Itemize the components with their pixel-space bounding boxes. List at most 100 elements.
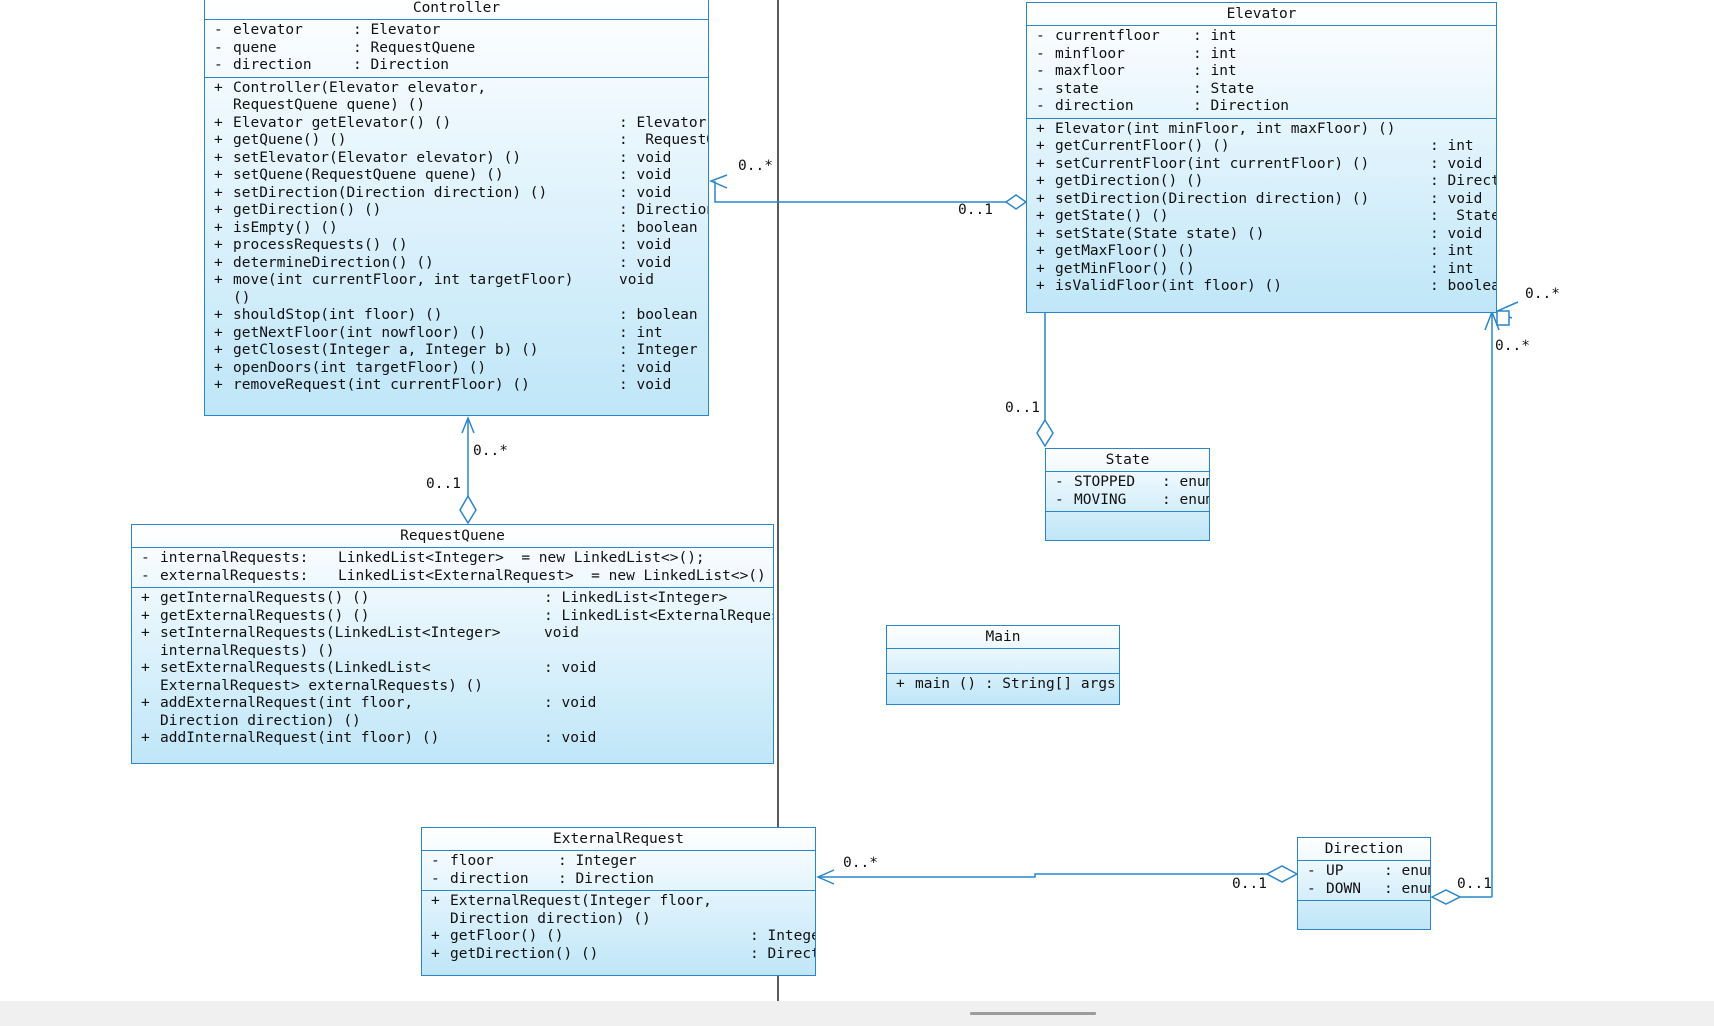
- class-attribute: - quene : RequestQuene: [205, 40, 708, 58]
- class-operation: + move(int currentFloor, int targetFloor)…: [205, 272, 708, 290]
- controller-elevator-line: [714, 181, 1006, 203]
- class-direction[interactable]: Direction -UP: enum -DOWN: enum: [1297, 837, 1431, 930]
- visibility-marker: +: [431, 893, 440, 909]
- horizontal-scrollbar[interactable]: [0, 1001, 1714, 1026]
- class-attribute: - maxfloor: int: [1027, 63, 1496, 81]
- ext-direction-line: [818, 873, 1267, 878]
- class-title: Elevator: [1027, 3, 1496, 26]
- class-main[interactable]: Main + main () : String[] args: [886, 625, 1120, 705]
- attribute-type: : Direction: [1193, 98, 1290, 114]
- operation-return-type: : void: [619, 237, 672, 253]
- multiplicity-label: 0..*: [1525, 286, 1560, 302]
- operation-signature: setExternalRequests(LinkedList<: [160, 660, 431, 676]
- visibility-marker: +: [141, 625, 150, 641]
- class-operation: + ExternalRequest(Integer floor,: [422, 893, 815, 911]
- operation-signature: isEmpty() (): [233, 219, 338, 236]
- visibility-marker: +: [214, 254, 223, 271]
- operation-signature: ExternalRequest(Integer floor,: [450, 893, 712, 909]
- visibility-marker: +: [1036, 190, 1045, 207]
- class-attribute: - externalRequests: LinkedList<ExternalReq…: [132, 568, 773, 586]
- operation-signature: getDirection() (): [1055, 173, 1204, 189]
- class-attribute: - MOVING: enum: [1046, 492, 1209, 510]
- operation-return-type: : boolean: [619, 219, 698, 236]
- visibility-marker: -: [141, 550, 150, 566]
- attribute-name: quene: [233, 39, 277, 56]
- class-attribute: - floor: Integer: [422, 853, 815, 871]
- operation-return-type: : State: [1430, 208, 1497, 224]
- visibility-marker: +: [214, 307, 223, 323]
- visibility-marker: -: [214, 57, 223, 73]
- elevator-state-diamond: [1036, 418, 1054, 448]
- operation-return-type: : void: [544, 660, 597, 676]
- multiplicity-label: 0..1: [426, 476, 461, 492]
- visibility-marker: -: [214, 22, 223, 38]
- visibility-marker: +: [214, 219, 223, 236]
- operation-continuation: ExternalRequest> externalRequests) (): [132, 678, 773, 696]
- attribute-name: direction: [233, 57, 312, 73]
- class-operation: + isValidFloor(int floor) (): boolean: [1027, 278, 1496, 296]
- operation-signature: addExternalRequest(int floor,: [160, 695, 414, 711]
- operation-signature: setQuene(RequestQuene quene) (): [233, 167, 504, 183]
- visibility-marker: -: [431, 870, 440, 887]
- class-title: RequestQuene: [132, 525, 773, 548]
- visibility-marker: +: [214, 79, 223, 96]
- visibility-marker: +: [1036, 155, 1045, 172]
- class-title: Main: [887, 626, 1119, 649]
- operation-signature: setState(State state) (): [1055, 225, 1265, 242]
- operation-return-type: : RequestQuene: [619, 132, 708, 148]
- operation-return-type: : void: [1430, 155, 1483, 172]
- operation-continuation: RequestQuene quene) (): [205, 97, 708, 115]
- visibility-marker: -: [141, 567, 150, 584]
- visibility-marker: -: [1307, 863, 1316, 879]
- class-operation: + setCurrentFloor(int currentFloor) (): v…: [1027, 156, 1496, 174]
- class-state[interactable]: State - STOPPED: enum - MOVING: enum: [1045, 448, 1210, 541]
- attribute-type: : int: [1193, 28, 1237, 44]
- operation-signature: getQuene() (): [233, 132, 347, 148]
- attribute-name: DOWN: [1326, 880, 1361, 897]
- operation-return-type: : void: [1430, 225, 1483, 242]
- attribute-name: currentfloor: [1055, 28, 1160, 44]
- visibility-marker: +: [1036, 243, 1045, 259]
- attribute-type: : RequestQuene: [353, 39, 476, 56]
- operation-return-type: : int: [1430, 243, 1474, 259]
- attribute-name: internalRequests:: [160, 550, 309, 566]
- controller-elevator-arrow: [709, 174, 728, 189]
- operation-signature: getDirection() (): [450, 945, 599, 962]
- class-externalrequest[interactable]: ExternalRequest - floor: Integer - directio…: [421, 827, 816, 976]
- operation-section: + main () : String[] args: [887, 674, 1119, 696]
- class-operation: + getClosest(Integer a, Integer b) (): In…: [205, 342, 708, 360]
- class-operation: + getQuene() (): RequestQuene: [205, 132, 708, 150]
- class-operation: + processRequests() (): void: [205, 237, 708, 255]
- operation-signature: Elevator getElevator() (): [233, 114, 452, 131]
- class-attribute: - STOPPED: enum: [1046, 474, 1209, 492]
- attribute-name: UP: [1326, 863, 1344, 879]
- class-operation: + shouldStop(int floor) (): boolean: [205, 307, 708, 325]
- class-title: Controller: [205, 0, 708, 20]
- attribute-name: floor: [450, 853, 494, 869]
- class-operation: + setDirection(Direction direction) (): v…: [205, 185, 708, 203]
- operation-return-type: : boolean: [1430, 278, 1496, 294]
- class-operation: + isEmpty() () : boolean: [205, 220, 708, 238]
- visibility-marker: -: [1055, 474, 1064, 490]
- scrollbar-thumb[interactable]: [970, 1012, 1096, 1015]
- class-requestquene[interactable]: RequestQuene - internalRequests: LinkedLis…: [131, 524, 774, 764]
- operation-return-type: : void: [619, 359, 672, 376]
- class-operation: + getState() (): State: [1027, 208, 1496, 226]
- class-operation: + getNextFloor(int nowfloor) (): int: [205, 325, 708, 343]
- visibility-marker: +: [141, 607, 150, 624]
- attribute-name: elevator: [233, 22, 303, 38]
- class-operation: + getInternalRequests() (): LinkedList<In…: [132, 590, 773, 608]
- attribute-name: direction: [450, 870, 529, 887]
- visibility-marker: +: [1036, 138, 1045, 154]
- visibility-marker: -: [214, 39, 223, 56]
- class-elevator[interactable]: Elevator - currentfloor: int - minfloor: in…: [1026, 2, 1497, 313]
- class-operation: + getDirection() (): Direction: [1027, 173, 1496, 191]
- operation-return-type: : Direction: [619, 202, 709, 218]
- visibility-marker: +: [214, 202, 223, 218]
- visibility-marker: +: [1036, 120, 1045, 137]
- attribute-section: - floor: Integer - direction: Direction: [422, 851, 815, 891]
- class-controller[interactable]: Controller - elevator: Elevator - quene: Re…: [204, 0, 709, 416]
- operation-return-type: : LinkedList<ExternalRequest>: [544, 607, 774, 624]
- class-operation: + determineDirection() (): void: [205, 255, 708, 273]
- class-operation: + getDirection() (): Direction: [422, 946, 815, 964]
